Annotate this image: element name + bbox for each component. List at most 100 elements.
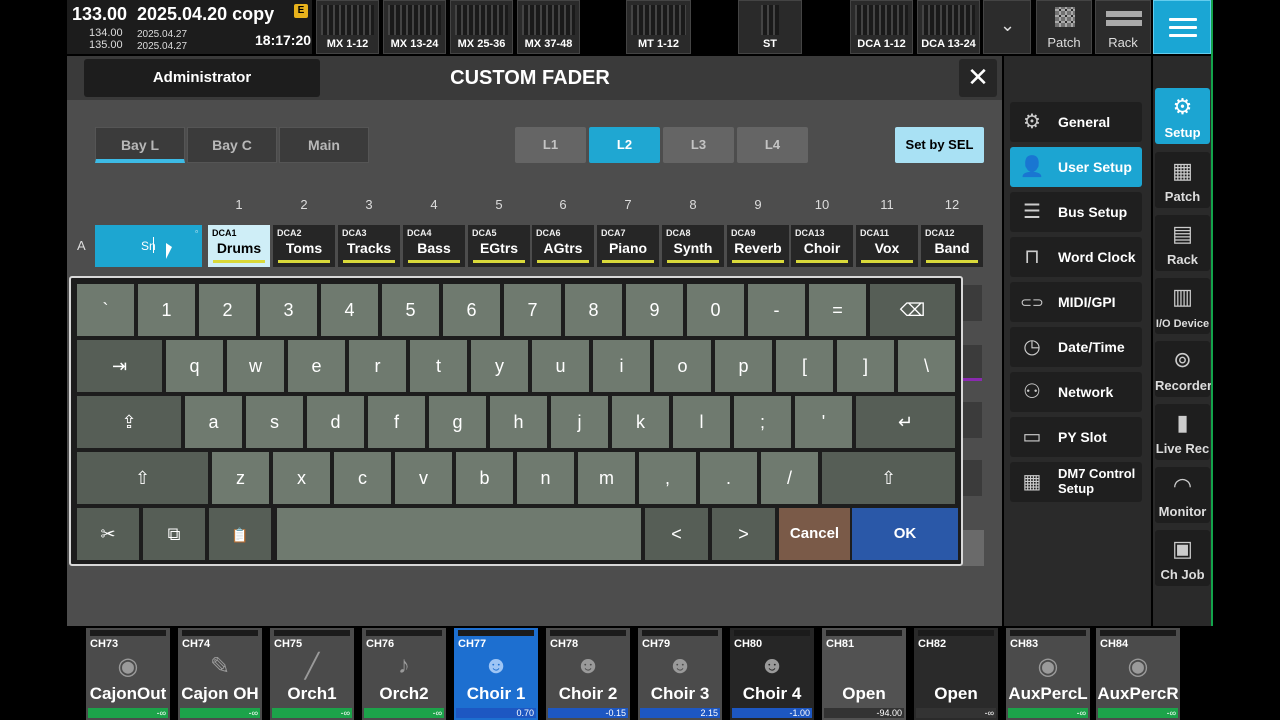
space-key[interactable] [277, 508, 641, 560]
key-8[interactable]: 8 [565, 284, 622, 336]
channel-80[interactable]: CH80 ☻ Choir 4 -1.00 [730, 628, 814, 720]
key-o[interactable]: o [654, 340, 711, 392]
key-apostrophe[interactable]: ' [795, 396, 852, 448]
key-0[interactable]: 0 [687, 284, 744, 336]
layer-l2-button[interactable]: L2 [589, 127, 660, 163]
key-e[interactable]: e [288, 340, 345, 392]
nav-patch[interactable]: ▦ Patch [1155, 152, 1210, 208]
layer-l1-button[interactable]: L1 [515, 127, 586, 163]
name-input-field[interactable]: Sn ▫ [95, 225, 202, 267]
fader-slot-7[interactable]: DCA7 Piano [597, 225, 659, 267]
layer-l4-button[interactable]: L4 [737, 127, 808, 163]
key-s[interactable]: s [246, 396, 303, 448]
setup-item-midi-gpi[interactable]: ⊂⊃ MIDI/GPI [1010, 282, 1142, 322]
key-a[interactable]: a [185, 396, 242, 448]
channel-74[interactable]: CH74 ✎ Cajon OH -∞ [178, 628, 262, 720]
setup-item-date-time[interactable]: ◷ Date/Time [1010, 327, 1142, 367]
fader-bank-dca-13-24[interactable]: DCA 13-24 [917, 0, 980, 54]
channel-77[interactable]: CH77 ☻ Choir 1 0.70 [454, 628, 538, 720]
patch-button[interactable]: Patch [1036, 0, 1092, 54]
key-j[interactable]: j [551, 396, 608, 448]
caps-lock-key[interactable]: ⇪ [77, 396, 181, 448]
channel-81[interactable]: CH81 Open -94.00 [822, 628, 906, 720]
key-r[interactable]: r [349, 340, 406, 392]
fader-slot-4[interactable]: DCA4 Bass [403, 225, 465, 267]
channel-75[interactable]: CH75 ╱ Orch1 -∞ [270, 628, 354, 720]
channel-78[interactable]: CH78 ☻ Choir 2 -0.15 [546, 628, 630, 720]
key-z[interactable]: z [212, 452, 269, 504]
shift-left-key[interactable]: ⇧ [77, 452, 208, 504]
cut-key[interactable]: ✂ [77, 508, 139, 560]
channel-82[interactable]: CH82 Open -∞ [914, 628, 998, 720]
fader-slot-3[interactable]: DCA3 Tracks [338, 225, 400, 267]
key-comma[interactable]: , [639, 452, 696, 504]
paste-key[interactable]: 📋 [209, 508, 271, 560]
key-y[interactable]: y [471, 340, 528, 392]
key-q[interactable]: q [166, 340, 223, 392]
fader-slot-1[interactable]: DCA1 Drums [208, 225, 270, 267]
key-6[interactable]: 6 [443, 284, 500, 336]
key-x[interactable]: x [273, 452, 330, 504]
tab-bay-c[interactable]: Bay C [187, 127, 277, 163]
fader-bank-dca-1-12[interactable]: DCA 1-12 [850, 0, 913, 54]
fader-slot-5[interactable]: DCA5 EGtrs [468, 225, 530, 267]
layer-l3-button[interactable]: L3 [663, 127, 734, 163]
key-slash[interactable]: / [761, 452, 818, 504]
key-i[interactable]: i [593, 340, 650, 392]
key-7[interactable]: 7 [504, 284, 561, 336]
key-w[interactable]: w [227, 340, 284, 392]
setup-item-bus-setup[interactable]: ☰ Bus Setup [1010, 192, 1142, 232]
nav-live-rec[interactable]: ▮ Live Rec [1155, 404, 1210, 460]
nav-io-device[interactable]: ▥ I/O Device [1155, 278, 1210, 334]
key-5[interactable]: 5 [382, 284, 439, 336]
fader-slot-8[interactable]: DCA8 Synth [662, 225, 724, 267]
nav-setup[interactable]: ⚙ Setup [1155, 88, 1210, 144]
key-f[interactable]: f [368, 396, 425, 448]
key-4[interactable]: 4 [321, 284, 378, 336]
key-semicolon[interactable]: ; [734, 396, 791, 448]
setup-item-word-clock[interactable]: ⊓ Word Clock [1010, 237, 1142, 277]
cancel-button[interactable]: Cancel [779, 508, 850, 560]
setup-item-py-slot[interactable]: ▭ PY Slot [1010, 417, 1142, 457]
fader-bank-mx-25-36[interactable]: MX 25-36 [450, 0, 513, 54]
key-b[interactable]: b [456, 452, 513, 504]
tab-key[interactable]: ⇥ [77, 340, 162, 392]
nav-monitor[interactable]: ◠ Monitor [1155, 467, 1210, 523]
key-right-bracket[interactable]: ] [837, 340, 894, 392]
channel-73[interactable]: CH73 ◉ CajonOut -∞ [86, 628, 170, 720]
key-u[interactable]: u [532, 340, 589, 392]
more-banks-button[interactable]: ⌄ [983, 0, 1031, 54]
key-period[interactable]: . [700, 452, 757, 504]
key-backslash[interactable]: \ [898, 340, 955, 392]
fader-slot-10[interactable]: DCA13 Choir [791, 225, 853, 267]
scene-display[interactable]: 133.00 2025.04.20 copy E 134.00 2025.04.… [67, 0, 312, 54]
nav-ch-job[interactable]: ▣ Ch Job [1155, 530, 1210, 586]
fader-bank-mx-1-12[interactable]: MX 1-12 [316, 0, 379, 54]
nav-recorder[interactable]: ⊚ Recorder [1155, 341, 1212, 397]
ok-button[interactable]: OK [852, 508, 958, 560]
fader-slot-9[interactable]: DCA9 Reverb [727, 225, 789, 267]
set-by-sel-button[interactable]: Set by SEL [895, 127, 984, 163]
menu-button[interactable] [1153, 0, 1211, 54]
key-2[interactable]: 2 [199, 284, 256, 336]
key-minus[interactable]: - [748, 284, 805, 336]
shift-right-key[interactable]: ⇧ [822, 452, 955, 504]
key-t[interactable]: t [410, 340, 467, 392]
key-9[interactable]: 9 [626, 284, 683, 336]
key-backtick[interactable]: ` [77, 284, 134, 336]
key-n[interactable]: n [517, 452, 574, 504]
key-1[interactable]: 1 [138, 284, 195, 336]
key-h[interactable]: h [490, 396, 547, 448]
key-l[interactable]: l [673, 396, 730, 448]
enter-key[interactable]: ↵ [856, 396, 955, 448]
fader-bank-mt-1-12[interactable]: MT 1-12 [626, 0, 691, 54]
key-d[interactable]: d [307, 396, 364, 448]
setup-item-dm7-control-setup[interactable]: ▦ DM7 Control Setup [1010, 462, 1142, 502]
tab-main[interactable]: Main [279, 127, 369, 163]
key-left-bracket[interactable]: [ [776, 340, 833, 392]
key-p[interactable]: p [715, 340, 772, 392]
channel-83[interactable]: CH83 ◉ AuxPercL -∞ [1006, 628, 1090, 720]
copy-key[interactable]: ⧉ [143, 508, 205, 560]
setup-item-general[interactable]: ⚙ General [1010, 102, 1142, 142]
key-3[interactable]: 3 [260, 284, 317, 336]
